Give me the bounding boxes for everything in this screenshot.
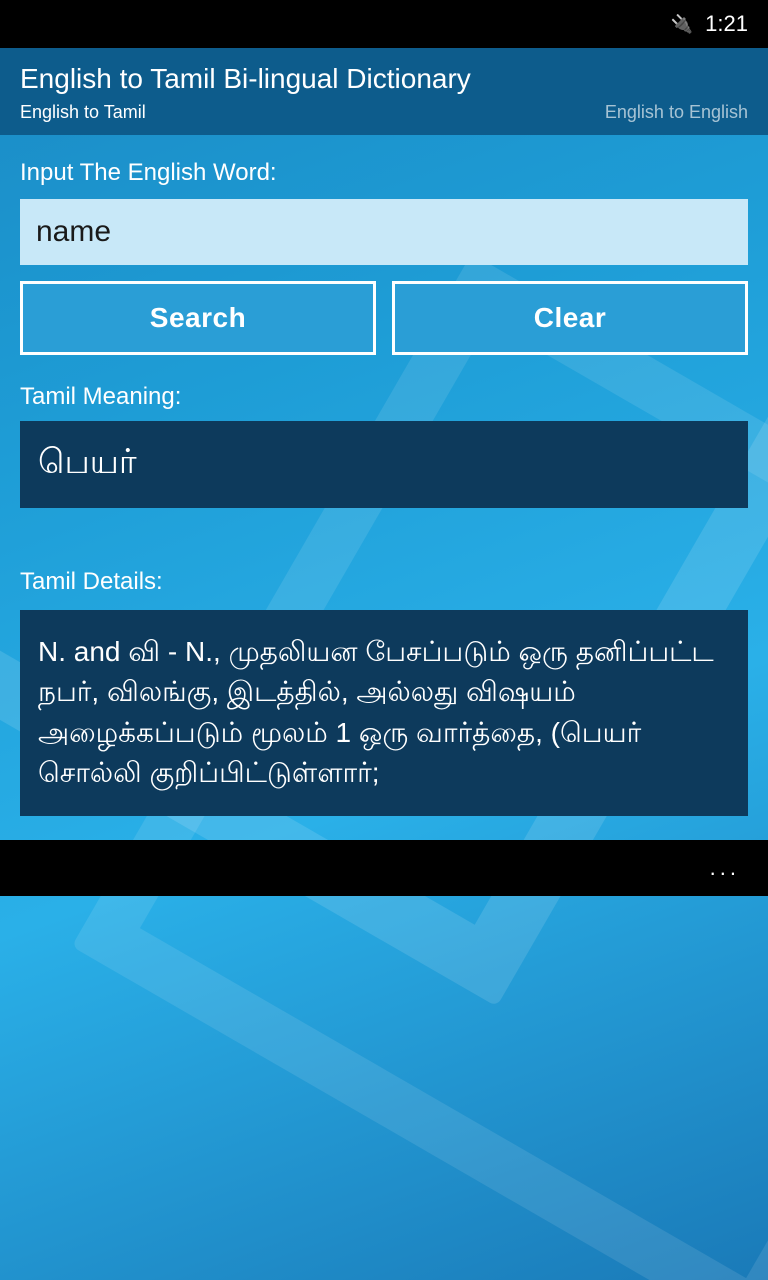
battery-icon: 🔌 xyxy=(671,14,693,35)
meaning-text: பெயர் xyxy=(38,443,137,481)
main-content: Input The English Word: Search Clear Tam… xyxy=(0,135,768,840)
word-input[interactable] xyxy=(20,199,748,265)
search-button[interactable]: Search xyxy=(20,281,376,355)
more-icon[interactable]: ... xyxy=(710,855,740,881)
details-label: Tamil Details: xyxy=(20,568,748,596)
action-buttons: Search Clear xyxy=(20,281,748,355)
details-section: Tamil Details: N. and வி - N., முதலியன ப… xyxy=(20,568,748,816)
app-title: English to Tamil Bi-lingual Dictionary xyxy=(20,62,748,96)
input-label: Input The English Word: xyxy=(20,159,748,187)
meaning-section: Tamil Meaning: பெயர் xyxy=(20,383,748,508)
status-time: 1:21 xyxy=(705,11,748,37)
nav-tabs: English to Tamil English to English xyxy=(20,102,748,123)
meaning-box: பெயர் xyxy=(20,421,748,508)
app-header: English to Tamil Bi-lingual Dictionary E… xyxy=(0,48,768,135)
status-bar: 🔌 1:21 xyxy=(0,0,768,48)
bottom-bar: ... xyxy=(0,840,768,896)
tab-english-to-english[interactable]: English to English xyxy=(605,102,748,123)
clear-button[interactable]: Clear xyxy=(392,281,748,355)
status-icons: 🔌 xyxy=(671,14,693,35)
details-box: N. and வி - N., முதலியன பேசப்படும் ஒரு த… xyxy=(20,610,748,816)
meaning-label: Tamil Meaning: xyxy=(20,383,748,411)
tab-english-to-tamil[interactable]: English to Tamil xyxy=(20,102,146,123)
details-text: N. and வி - N., முதலியன பேசப்படும் ஒரு த… xyxy=(38,636,714,789)
input-section: Input The English Word: xyxy=(20,159,748,265)
